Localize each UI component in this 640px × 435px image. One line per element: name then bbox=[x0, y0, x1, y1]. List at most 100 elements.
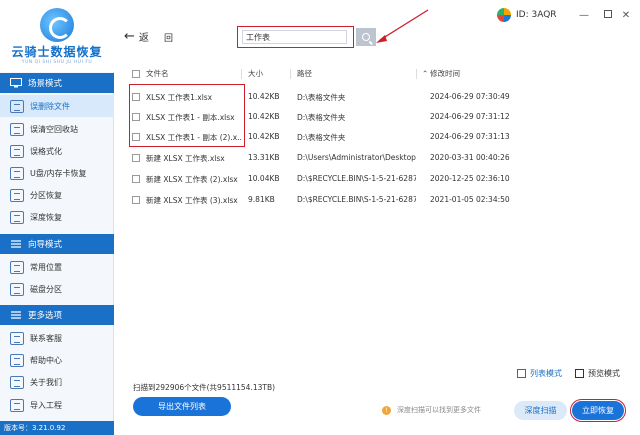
nav-label: U盘/内存卡恢复 bbox=[30, 168, 87, 178]
list-mode-label: 列表模式 bbox=[530, 369, 562, 378]
back-button[interactable]: ← 返 bbox=[124, 29, 149, 44]
wizard-icon bbox=[11, 240, 21, 248]
file-modified: 2024-06-29 07:30:49 bbox=[430, 92, 510, 101]
deep-scan-button[interactable]: 深度扫描 bbox=[514, 401, 567, 420]
file-icon bbox=[10, 99, 24, 113]
nav-label: 磁盘分区 bbox=[30, 284, 62, 294]
menu-icon bbox=[11, 311, 21, 319]
search-box bbox=[237, 26, 354, 48]
col-separator bbox=[290, 69, 291, 79]
file-size: 9.81KB bbox=[248, 195, 275, 204]
home-button[interactable]: 回 bbox=[164, 31, 173, 44]
nav-common-locations[interactable]: 常用位置 bbox=[0, 256, 114, 278]
col-modified[interactable]: 修改时间 bbox=[430, 66, 460, 82]
close-button[interactable]: ✕ bbox=[620, 10, 632, 22]
nav-deep-recovery[interactable]: 深度恢复 bbox=[0, 206, 114, 228]
monitor-icon bbox=[10, 78, 22, 88]
preview-mode-label: 预览模式 bbox=[588, 369, 620, 378]
deep-recovery-icon bbox=[10, 210, 24, 224]
list-mode-toggle[interactable]: 列表模式 bbox=[517, 368, 562, 379]
support-icon bbox=[10, 331, 24, 345]
recover-now-button[interactable]: 立即恢复 bbox=[572, 401, 624, 420]
select-all-checkbox[interactable] bbox=[132, 70, 140, 78]
search-input[interactable] bbox=[242, 30, 347, 44]
file-path: D:\$RECYCLE.BIN\S-1-5-21-6287... bbox=[297, 174, 416, 183]
minimize-button[interactable]: — bbox=[578, 10, 590, 22]
nav-about-us[interactable]: 关于我们 bbox=[0, 371, 114, 393]
nav-help-center[interactable]: 帮助中心 bbox=[0, 349, 114, 371]
file-name: 新建 XLSX 工作表.xlsx bbox=[146, 154, 225, 163]
nav-label: 帮助中心 bbox=[30, 355, 62, 365]
partition-icon bbox=[10, 188, 24, 202]
nav-usb-card[interactable]: U盘/内存卡恢复 bbox=[0, 162, 114, 184]
file-path: D:\$RECYCLE.BIN\S-1-5-21-6287... bbox=[297, 195, 416, 204]
sidebar: 云骑士数据恢复 YUN QI SHI SHU JU HUI FU 场景模式 误删… bbox=[0, 0, 114, 435]
tip-text: 深度扫描可以找到更多文件 bbox=[397, 406, 481, 414]
nav-disk-partition[interactable]: 磁盘分区 bbox=[0, 278, 114, 300]
usb-icon bbox=[10, 166, 24, 180]
nav-contact-support[interactable]: 联系客服 bbox=[0, 327, 114, 349]
nav-label: 误删除文件 bbox=[30, 101, 70, 111]
nav-label: 分区恢复 bbox=[30, 190, 62, 200]
section-scene-mode[interactable]: 场景模式 bbox=[0, 73, 114, 93]
col-path[interactable]: 路径 bbox=[297, 66, 312, 82]
user-id: ID: 3AQR bbox=[497, 8, 557, 22]
deep-scan-tip: ! 深度扫描可以找到更多文件 bbox=[382, 405, 481, 415]
nav-label: 误清空回收站 bbox=[30, 124, 78, 134]
table-row[interactable]: 新建 XLSX 工作表.xlsx 13.31KB D:\Users\Admini… bbox=[128, 148, 628, 168]
section-title: 场景模式 bbox=[28, 79, 63, 89]
location-icon bbox=[10, 260, 24, 274]
nav-recycle-bin[interactable]: 误清空回收站 bbox=[0, 118, 114, 140]
file-size: 10.42KB bbox=[248, 132, 280, 141]
section-title: 向导模式 bbox=[28, 240, 63, 250]
table-row[interactable]: 新建 XLSX 工作表 (2).xlsx 10.04KB D:\$RECYCLE… bbox=[128, 169, 628, 189]
file-path: D:\Users\Administrator\Desktop... bbox=[297, 153, 416, 162]
col-separator bbox=[241, 69, 242, 79]
format-icon bbox=[10, 144, 24, 158]
recycle-bin-icon bbox=[10, 122, 24, 136]
file-path: D:\表格文件夹 bbox=[297, 113, 346, 122]
maximize-button[interactable] bbox=[602, 10, 614, 22]
section-wizard-mode[interactable]: 向导模式 bbox=[0, 234, 114, 254]
sort-icon[interactable]: ⌃ bbox=[422, 66, 428, 82]
file-modified: 2024-06-29 07:31:12 bbox=[430, 112, 510, 121]
file-size: 13.31KB bbox=[248, 153, 280, 162]
file-path: D:\表格文件夹 bbox=[297, 133, 346, 142]
info-icon bbox=[10, 375, 24, 389]
table-header bbox=[128, 66, 628, 82]
annotation-arrow bbox=[376, 9, 429, 43]
grid-icon bbox=[575, 369, 584, 378]
back-label: 返 bbox=[138, 33, 149, 44]
file-size: 10.04KB bbox=[248, 174, 280, 183]
nav-import-project[interactable]: 导入工程 bbox=[0, 394, 114, 416]
table-row[interactable]: 新建 XLSX 工作表 (3).xlsx 9.81KB D:\$RECYCLE.… bbox=[128, 190, 628, 210]
logo-icon bbox=[40, 8, 74, 42]
preview-mode-toggle[interactable]: 预览模式 bbox=[575, 368, 620, 379]
file-path: D:\表格文件夹 bbox=[297, 93, 346, 102]
section-title: 更多选项 bbox=[28, 311, 63, 321]
row-checkbox[interactable] bbox=[132, 154, 140, 162]
file-name: 新建 XLSX 工作表 (2).xlsx bbox=[146, 175, 238, 184]
nav-deleted-files[interactable]: 误删除文件 bbox=[0, 95, 114, 117]
version-label: 版本号：3.21.0.92 bbox=[0, 421, 114, 435]
export-list-button[interactable]: 导出文件列表 bbox=[133, 397, 231, 416]
nav-formatted[interactable]: 误格式化 bbox=[0, 140, 114, 162]
row-checkbox[interactable] bbox=[132, 175, 140, 183]
section-more-options[interactable]: 更多选项 bbox=[0, 305, 114, 325]
app-pinyin: YUN QI SHI SHU JU HUI FU bbox=[21, 60, 93, 65]
col-size[interactable]: 大小 bbox=[248, 66, 263, 82]
disk-icon bbox=[10, 282, 24, 296]
nav-partition[interactable]: 分区恢复 bbox=[0, 184, 114, 206]
scan-summary: 扫描到292906个文件(共9511154.13TB) bbox=[133, 383, 276, 392]
list-icon bbox=[517, 369, 526, 378]
recover-button-highlight: 立即恢复 bbox=[570, 399, 626, 422]
maximize-icon bbox=[604, 10, 612, 18]
help-icon bbox=[10, 353, 24, 367]
annotation-highlight-box bbox=[129, 84, 245, 147]
file-modified: 2021-01-05 02:34:50 bbox=[430, 195, 510, 204]
row-checkbox[interactable] bbox=[132, 196, 140, 204]
arrow-left-icon: ← bbox=[124, 29, 135, 44]
app-name: 云骑士数据恢复 bbox=[11, 45, 103, 59]
col-name[interactable]: 文件名 bbox=[146, 66, 169, 82]
file-size: 10.42KB bbox=[248, 92, 280, 101]
